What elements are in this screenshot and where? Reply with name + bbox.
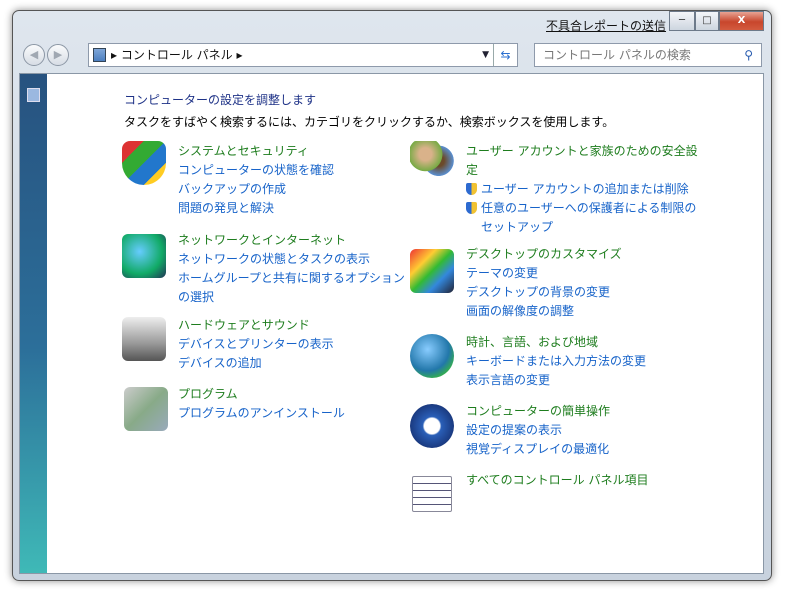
refresh-icon[interactable]: ⇆: [493, 44, 517, 66]
users-icon: [410, 141, 454, 185]
category-heading[interactable]: ネットワークとインターネット: [178, 231, 405, 250]
category-heading[interactable]: 時計、言語、および地域: [466, 333, 646, 352]
back-button[interactable]: ◀: [23, 44, 45, 66]
page-subtitle: タスクをすばやく検索するには、カテゴリをクリックするか、検索ボックスを使用します…: [124, 115, 615, 129]
category-heading-cont[interactable]: 定: [466, 161, 698, 180]
search-placeholder: コントロール パネルの検索: [543, 48, 691, 62]
content-pane: コンピューターの設定を調整します タスクをすばやく検索するには、カテゴリをクリッ…: [19, 73, 764, 574]
category-link[interactable]: バックアップの作成: [178, 180, 334, 199]
category-ease-of-access: コンピューターの簡単操作 設定の提案の表示 視覚ディスプレイの最適化: [466, 402, 610, 459]
category-link[interactable]: キーボードまたは入力方法の変更: [466, 352, 646, 371]
breadcrumb[interactable]: ▸ コントロール パネル ▸: [111, 48, 243, 62]
checklist-icon: [412, 476, 452, 512]
address-bar[interactable]: ▸ コントロール パネル ▸ ▼ ⇆: [88, 43, 518, 67]
control-panel-icon: [27, 88, 40, 102]
category-heading[interactable]: ハードウェアとサウンド: [178, 316, 334, 335]
minimize-button[interactable]: ─: [669, 11, 695, 31]
control-panel-icon: [93, 48, 106, 62]
category-link[interactable]: 設定の提案の表示: [466, 421, 610, 440]
category-link[interactable]: デバイスとプリンターの表示: [178, 335, 334, 354]
category-link[interactable]: 表示言語の変更: [466, 371, 646, 390]
page-title: コンピューターの設定を調整します: [124, 93, 317, 107]
category-system-security: システムとセキュリティ コンピューターの状態を確認 バックアップの作成 問題の発…: [178, 142, 334, 218]
network-icon: [122, 234, 166, 278]
category-link[interactable]: ホームグループと共有に関するオプション: [178, 269, 405, 288]
category-heading[interactable]: コンピューターの簡単操作: [466, 402, 610, 421]
category-heading[interactable]: すべてのコントロール パネル項目: [466, 471, 649, 490]
category-link[interactable]: ネットワークの状態とタスクの表示: [178, 250, 405, 269]
category-network: ネットワークとインターネット ネットワークの状態とタスクの表示 ホームグループと…: [178, 231, 405, 307]
category-user-accounts: ユーザー アカウントと家族のための安全設 定 ユーザー アカウントの追加または削…: [466, 142, 698, 237]
dropdown-icon[interactable]: ▼: [482, 44, 489, 66]
category-link[interactable]: セットアップ: [466, 218, 698, 237]
clock-globe-icon: [410, 334, 454, 378]
desktop-icon: [410, 249, 454, 293]
category-heading[interactable]: プログラム: [178, 385, 345, 404]
category-link[interactable]: 任意のユーザーへの保護者による制限の: [466, 199, 698, 218]
forward-button[interactable]: ▶: [47, 44, 69, 66]
printer-icon: [122, 317, 166, 361]
shield-icon: [122, 141, 166, 185]
category-heading[interactable]: ユーザー アカウントと家族のための安全設: [466, 142, 698, 161]
search-icon[interactable]: ⚲: [744, 44, 753, 66]
category-link[interactable]: テーマの変更: [466, 264, 622, 283]
category-link[interactable]: プログラムのアンインストール: [178, 404, 345, 423]
category-heading[interactable]: デスクトップのカスタマイズ: [466, 245, 622, 264]
programs-icon: [124, 387, 168, 431]
maximize-button[interactable]: □: [695, 11, 719, 31]
category-heading[interactable]: システムとセキュリティ: [178, 142, 334, 161]
category-link[interactable]: 画面の解像度の調整: [466, 302, 622, 321]
sidebar-strip: [20, 74, 47, 573]
category-link[interactable]: デバイスの追加: [178, 354, 334, 373]
category-programs: プログラム プログラムのアンインストール: [178, 385, 345, 423]
category-desktop: デスクトップのカスタマイズ テーマの変更 デスクトップの背景の変更 画面の解像度…: [466, 245, 622, 321]
close-button[interactable]: X: [719, 11, 764, 31]
category-link[interactable]: デスクトップの背景の変更: [466, 283, 622, 302]
category-link[interactable]: ユーザー アカウントの追加または削除: [466, 180, 698, 199]
category-link[interactable]: の選択: [178, 288, 405, 307]
category-link[interactable]: 視覚ディスプレイの最適化: [466, 440, 610, 459]
send-feedback-link[interactable]: 不具合レポートの送信: [546, 17, 666, 34]
category-all-items: すべてのコントロール パネル項目: [466, 471, 649, 490]
category-link[interactable]: 問題の発見と解決: [178, 199, 334, 218]
ease-of-access-icon: [410, 404, 454, 448]
search-input[interactable]: コントロール パネルの検索 ⚲: [534, 43, 762, 67]
category-link[interactable]: コンピューターの状態を確認: [178, 161, 334, 180]
category-hardware-sound: ハードウェアとサウンド デバイスとプリンターの表示 デバイスの追加: [178, 316, 334, 373]
category-clock-language: 時計、言語、および地域 キーボードまたは入力方法の変更 表示言語の変更: [466, 333, 646, 390]
